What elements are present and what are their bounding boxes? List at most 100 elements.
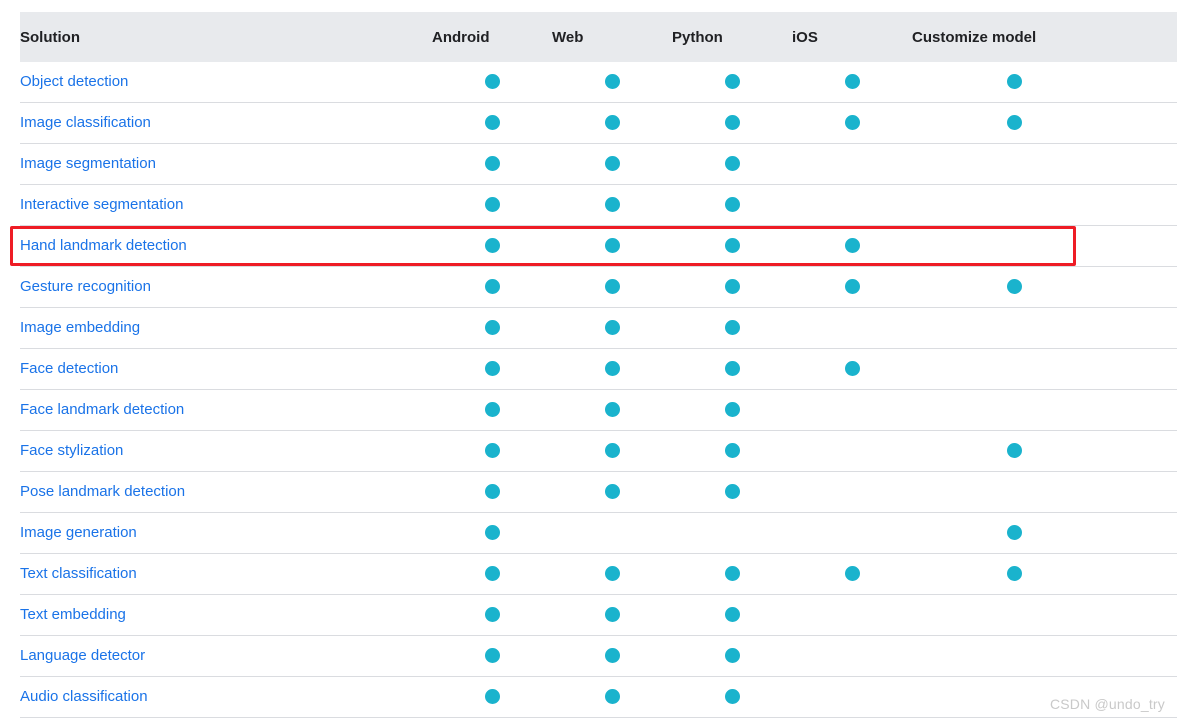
cell-customize-model (912, 389, 1117, 431)
supported-dot-icon (604, 320, 620, 336)
solution-link[interactable]: Hand landmark detection (20, 237, 187, 254)
solution-link[interactable]: Gesture recognition (20, 278, 151, 295)
supported-dot-icon (484, 402, 500, 418)
supported-dot-icon (484, 156, 500, 172)
supported-dot-icon (604, 689, 620, 705)
cell-web (552, 512, 672, 554)
cell-ios (792, 471, 912, 513)
solution-link[interactable]: Object detection (20, 73, 128, 90)
cell-web (552, 348, 672, 390)
supported-dot-icon (1007, 443, 1022, 459)
table-row: Face stylization (20, 430, 1177, 472)
cell-solution: Image classification (20, 102, 432, 144)
solution-link[interactable]: Image classification (20, 114, 151, 131)
solution-link[interactable]: Text classification (20, 565, 137, 582)
cell-solution: Image generation (20, 512, 432, 554)
supported-dot-icon (604, 156, 620, 172)
cell-solution: Pose landmark detection (20, 471, 432, 513)
solution-link[interactable]: Audio classification (20, 688, 148, 705)
solution-link[interactable]: Face detection (20, 360, 118, 377)
cell-spacer (1117, 635, 1177, 677)
cell-web (552, 389, 672, 431)
solution-link[interactable]: Image segmentation (20, 155, 156, 172)
supported-dot-icon (844, 566, 860, 582)
cell-customize-model (912, 62, 1117, 103)
cell-ios (792, 553, 912, 595)
cell-customize-model (912, 471, 1117, 513)
cell-solution: Language detector (20, 635, 432, 677)
supported-dot-icon (484, 279, 500, 295)
cell-python (672, 225, 792, 267)
cell-android (432, 62, 552, 103)
solution-link[interactable]: Text embedding (20, 606, 126, 623)
cell-web (552, 635, 672, 677)
table-row: Interactive segmentation (20, 184, 1177, 226)
table-row: Hand landmark detection (20, 225, 1177, 267)
supported-dot-icon (724, 566, 740, 582)
cell-android (432, 471, 552, 513)
solution-link[interactable]: Image generation (20, 524, 137, 541)
table-row: Object detection (20, 62, 1177, 103)
supported-dot-icon (844, 74, 860, 90)
cell-ios (792, 389, 912, 431)
cell-ios (792, 348, 912, 390)
cell-solution: Object detection (20, 62, 432, 103)
cell-solution: Interactive segmentation (20, 184, 432, 226)
solution-link[interactable]: Interactive segmentation (20, 196, 183, 213)
cell-android (432, 553, 552, 595)
cell-python (672, 389, 792, 431)
cell-android (432, 266, 552, 308)
supported-dot-icon (724, 361, 740, 377)
cell-ios (792, 594, 912, 636)
table-row: Text embedding (20, 594, 1177, 636)
supported-dot-icon (484, 648, 500, 664)
supported-dot-icon (604, 648, 620, 664)
supported-dot-icon (484, 320, 500, 336)
supported-dot-icon (604, 197, 620, 213)
cell-spacer (1117, 143, 1177, 185)
cell-android (432, 307, 552, 349)
cell-spacer (1117, 102, 1177, 144)
solution-link[interactable]: Face landmark detection (20, 401, 184, 418)
cell-web (552, 676, 672, 718)
solution-link[interactable]: Pose landmark detection (20, 483, 185, 500)
supported-dot-icon (604, 115, 620, 131)
cell-spacer (1117, 553, 1177, 595)
cell-android (432, 430, 552, 472)
cell-web (552, 471, 672, 513)
cell-customize-model (912, 307, 1117, 349)
supported-dot-icon (724, 320, 740, 336)
cell-spacer (1117, 184, 1177, 226)
cell-spacer (1117, 266, 1177, 308)
cell-python (672, 102, 792, 144)
supported-dot-icon (724, 402, 740, 418)
cell-spacer (1117, 389, 1177, 431)
cell-customize-model (912, 348, 1117, 390)
table-row: Language detector (20, 635, 1177, 677)
table-header: Solution Android Web Python iOS Customiz… (20, 12, 1177, 62)
cell-spacer (1117, 225, 1177, 267)
cell-customize-model (912, 102, 1117, 144)
supported-dot-icon (724, 74, 740, 90)
cell-solution: Text embedding (20, 594, 432, 636)
cell-spacer (1117, 471, 1177, 513)
cell-android (432, 225, 552, 267)
supported-dot-icon (604, 443, 620, 459)
cell-web (552, 143, 672, 185)
cell-android (432, 348, 552, 390)
cell-web (552, 102, 672, 144)
solution-link[interactable]: Image embedding (20, 319, 140, 336)
supported-dot-icon (844, 361, 860, 377)
cell-ios (792, 143, 912, 185)
cell-ios (792, 635, 912, 677)
cell-spacer (1117, 348, 1177, 390)
supported-dot-icon (604, 484, 620, 500)
supported-dot-icon (1007, 115, 1022, 131)
table-row: Face landmark detection (20, 389, 1177, 431)
cell-python (672, 143, 792, 185)
solution-link[interactable]: Language detector (20, 647, 145, 664)
cell-web (552, 62, 672, 103)
solution-link[interactable]: Face stylization (20, 442, 123, 459)
supported-dot-icon (484, 566, 500, 582)
supported-dot-icon (1007, 279, 1022, 295)
